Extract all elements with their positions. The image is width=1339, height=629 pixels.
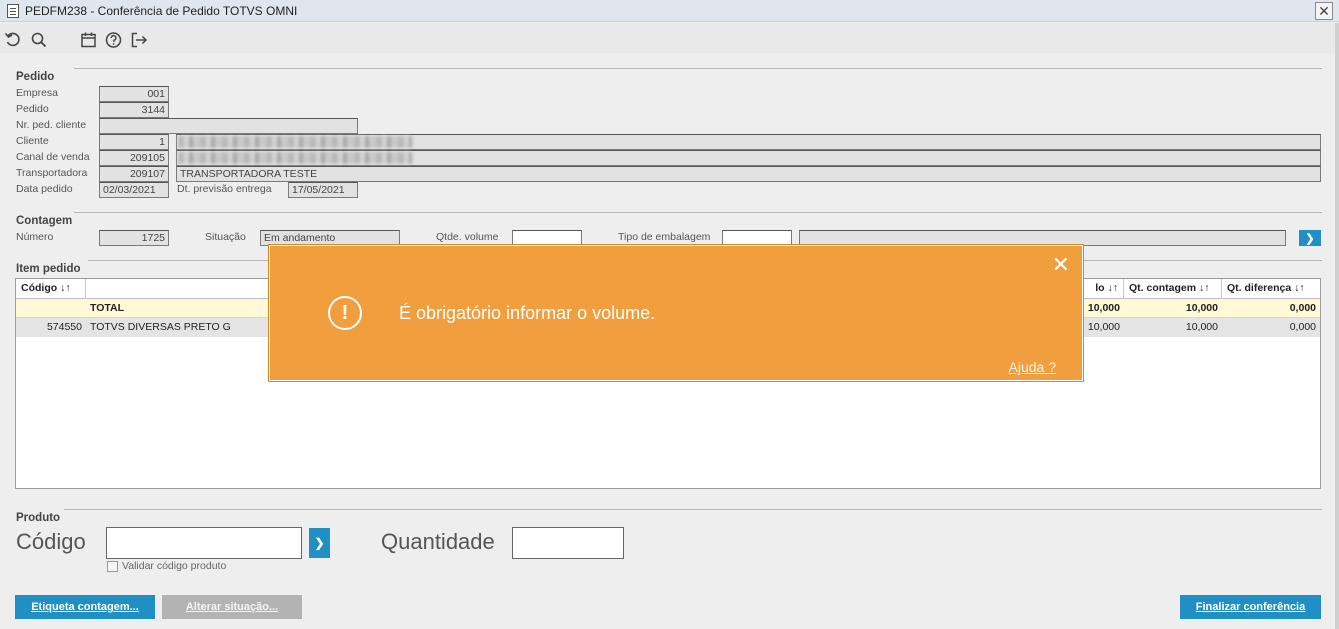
help-icon[interactable] <box>105 31 123 49</box>
chevron-right-icon: ❯ <box>1305 232 1315 245</box>
section-contagem-title: Contagem <box>16 215 73 227</box>
total-qt-pedido: 10,000 <box>1087 302 1120 314</box>
error-toast: ✕ ! É obrigatório informar o volume. Aju… <box>268 244 1084 382</box>
section-item-title: Item pedido <box>16 263 81 275</box>
divider <box>74 68 1322 69</box>
row-codigo: 574550 <box>46 321 82 333</box>
window-titlebar: PEDFM238 - Conferência de Pedido TOTVS O… <box>0 0 1339 22</box>
row-qt-diferenca: 0,000 <box>1289 321 1316 333</box>
nr-ped-cliente-label: Nr. ped. cliente <box>16 119 87 131</box>
total-qt-contagem: 10,000 <box>1185 302 1218 314</box>
redacted-canal <box>178 152 412 164</box>
cliente-label: Cliente <box>16 135 49 147</box>
quantidade-input[interactable] <box>512 527 624 559</box>
codigo-produto-input[interactable] <box>106 527 302 559</box>
validar-codigo-label[interactable]: Validar código produto <box>122 560 226 572</box>
document-icon <box>7 3 19 18</box>
toast-close-icon[interactable]: ✕ <box>1052 254 1070 276</box>
empresa-field: 001 <box>99 86 169 102</box>
pedido-field: 3144 <box>99 102 169 118</box>
scrollbar[interactable] <box>1335 23 1339 629</box>
validar-codigo-checkbox[interactable] <box>107 561 118 572</box>
toolbar <box>0 23 1339 53</box>
row-descricao: TOTVS DIVERSAS PRETO G <box>90 321 231 333</box>
redacted-cliente <box>178 136 412 148</box>
toast-help-link[interactable]: Ajuda ? <box>1009 359 1056 375</box>
previsao-entrega-field: 17/05/2021 <box>288 182 358 198</box>
data-pedido-label: Data pedido <box>16 183 73 195</box>
canal-venda-label: Canal de venda <box>16 151 90 163</box>
finalizar-conferencia-button[interactable]: Finalizar conferência <box>1180 595 1321 619</box>
nr-ped-cliente-field <box>99 118 358 134</box>
numero-label: Número <box>16 231 54 243</box>
exit-icon[interactable] <box>130 31 148 49</box>
calendar-icon[interactable] <box>80 31 98 49</box>
codigo-produto-go-button[interactable]: ❯ <box>309 528 330 558</box>
section-pedido-title: Pedido <box>16 71 55 83</box>
qtde-volume-label: Qtde. volume <box>436 231 499 243</box>
canal-venda-code-field: 209105 <box>99 150 169 166</box>
embalagem-lookup-button[interactable]: ❯ <box>1299 230 1321 246</box>
divider <box>64 509 1322 510</box>
transportadora-code-field: 209107 <box>99 166 169 182</box>
etiqueta-contagem-button[interactable]: Etiqueta contagem... <box>15 595 155 619</box>
total-label: TOTAL <box>90 302 125 314</box>
pedido-label: Pedido <box>16 103 49 115</box>
col-header-qt-diferenca[interactable]: Qt. diferença ↓↑ <box>1222 279 1320 299</box>
window-close-button[interactable]: ✕ <box>1315 2 1333 20</box>
divider <box>74 212 1322 213</box>
search-icon[interactable] <box>30 31 48 49</box>
col-header-codigo[interactable]: Código ↓↑ <box>16 279 86 299</box>
transportadora-name-field: TRANSPORTADORA TESTE <box>176 166 1321 182</box>
row-qt-pedido: 10,000 <box>1087 321 1120 333</box>
total-qt-diferenca: 0,000 <box>1289 302 1316 314</box>
col-header-qt-contagem[interactable]: Qt. contagem ↓↑ <box>1124 279 1222 299</box>
tipo-embalagem-label: Tipo de embalagem <box>618 231 711 243</box>
chevron-right-icon: ❯ <box>314 536 325 550</box>
quantidade-label: Quantidade <box>381 529 495 554</box>
previsao-entrega-label: Dt. previsão entrega <box>177 183 272 195</box>
transportadora-label: Transportadora <box>16 167 88 179</box>
row-qt-contagem: 10,000 <box>1185 321 1218 333</box>
alert-circle-icon: ! <box>328 296 362 330</box>
section-produto-title: Produto <box>16 512 61 524</box>
numero-field: 1725 <box>99 230 169 246</box>
toast-message: É obrigatório informar o volume. <box>399 303 656 323</box>
codigo-produto-label: Código <box>16 529 86 554</box>
data-pedido-field: 02/03/2021 <box>99 182 169 198</box>
alterar-situacao-button[interactable]: Alterar situação... <box>162 595 302 619</box>
cliente-code-field: 1 <box>99 134 169 150</box>
empresa-label: Empresa <box>16 87 59 99</box>
undo-icon[interactable] <box>4 31 22 49</box>
situacao-label: Situação <box>205 231 246 243</box>
window-title: PEDFM238 - Conferência de Pedido TOTVS O… <box>25 3 298 18</box>
